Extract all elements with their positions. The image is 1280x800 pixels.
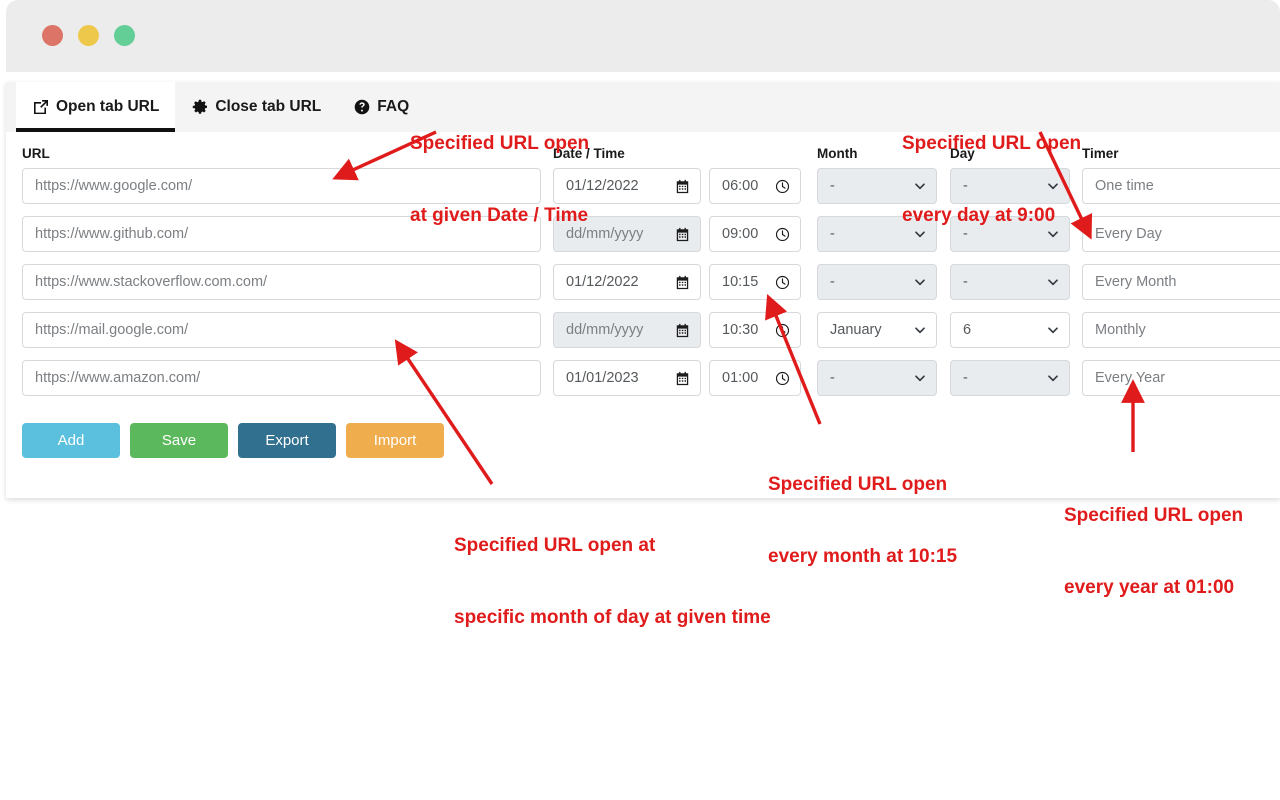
day-select[interactable]: -	[950, 264, 1070, 300]
annotation-every-day: Specified URL open every day at 9:00	[902, 84, 1081, 252]
chevron-down-icon	[914, 324, 926, 336]
schedule-row: 01/12/202206:00--	[6, 168, 1280, 216]
clock-icon[interactable]	[775, 371, 790, 386]
date-input[interactable]: 01/12/2022	[553, 264, 701, 300]
annotation-line: every month at 10:15	[768, 546, 958, 567]
clock-icon[interactable]	[775, 275, 790, 290]
question-circle-icon	[353, 99, 370, 116]
schedule-row: dd/mm/yyyy 10:30 January 6	[6, 312, 1280, 360]
month-value: -	[830, 274, 835, 290]
minimize-window-button[interactable]	[78, 25, 99, 46]
time-input[interactable]: 09:00	[709, 216, 801, 252]
month-select[interactable]: -	[817, 360, 937, 396]
date-value: 01/01/2023	[566, 370, 639, 386]
annotation-line: Specified URL open at	[454, 535, 656, 556]
column-headers: URL Date / Time Month Day Timer	[6, 146, 1280, 168]
tab-open-tab-url[interactable]: Open tab URL	[16, 82, 176, 132]
export-button[interactable]: Export	[238, 423, 336, 458]
url-input[interactable]	[22, 312, 541, 348]
annotation-every-month: Specified URL open every month at 10:15	[768, 425, 957, 593]
window-chrome	[6, 0, 1280, 72]
annotation-line: every day at 9:00	[902, 205, 1056, 226]
save-button[interactable]: Save	[130, 423, 228, 458]
clock-icon[interactable]	[775, 323, 790, 338]
maximize-window-button[interactable]	[114, 25, 135, 46]
day-select[interactable]: -	[950, 360, 1070, 396]
extension-panel: Open tab URL Close tab URL FAQ URL Date …	[6, 82, 1280, 498]
chevron-down-icon	[1047, 324, 1059, 336]
timer-input[interactable]	[1082, 312, 1280, 348]
import-button[interactable]: Import	[346, 423, 444, 458]
schedule-row: 01/01/2023 01:00 - -	[6, 360, 1280, 408]
annotation-line: every year at 01:00	[1064, 577, 1235, 598]
gear-icon	[191, 99, 208, 116]
chevron-down-icon	[1047, 372, 1059, 384]
annotation-monthly: Specified URL open at specific month of …	[454, 486, 771, 654]
time-value: 01:00	[722, 370, 759, 386]
tab-label: Close tab URL	[215, 98, 322, 115]
chevron-down-icon	[914, 276, 926, 288]
annotation-line: Specified URL open	[768, 474, 948, 495]
chevron-down-icon	[1047, 276, 1059, 288]
time-value: 10:30	[722, 322, 759, 338]
date-input[interactable]: dd/mm/yyyy	[553, 312, 701, 348]
annotation-datetime: Specified URL open at given Date / Time	[410, 84, 589, 252]
date-value: dd/mm/yyyy	[566, 322, 644, 338]
timer-input[interactable]	[1082, 360, 1280, 396]
time-value: 09:00	[722, 226, 759, 242]
schedule-row: 01/12/2022 10:15 - -	[6, 264, 1280, 312]
month-value: January	[830, 322, 882, 338]
day-value: 6	[963, 322, 972, 338]
annotation-line: specific month of day at given time	[454, 607, 771, 628]
action-button-row: Add Save Export Import	[6, 423, 1280, 458]
annotation-line: at given Date / Time	[410, 205, 589, 226]
day-value: -	[963, 274, 968, 290]
time-value: 10:15	[722, 274, 759, 290]
day-select[interactable]: 6	[950, 312, 1070, 348]
month-value: -	[830, 370, 835, 386]
month-select[interactable]: -	[817, 264, 937, 300]
schedule-form: URL Date / Time Month Day Timer 01/12/20…	[6, 132, 1280, 458]
time-input[interactable]: 01:00	[709, 360, 801, 396]
url-input[interactable]	[22, 360, 541, 396]
clock-icon[interactable]	[775, 179, 790, 194]
external-link-icon	[32, 99, 49, 116]
annotation-line: Specified URL open	[1064, 505, 1244, 526]
close-window-button[interactable]	[42, 25, 63, 46]
tab-bar: Open tab URL Close tab URL FAQ	[6, 82, 1280, 132]
column-header-timer: Timer	[1082, 146, 1119, 161]
annotation-every-year: Specified URL open every year at 01:00	[1064, 456, 1243, 624]
date-value: 01/12/2022	[566, 274, 639, 290]
calendar-icon[interactable]	[675, 227, 690, 242]
tab-label: FAQ	[377, 98, 410, 115]
timer-input[interactable]	[1082, 216, 1280, 252]
chrome-gap	[0, 72, 1280, 82]
annotation-line: Specified URL open	[902, 133, 1082, 154]
date-input[interactable]: 01/01/2023	[553, 360, 701, 396]
column-header-url: URL	[22, 146, 50, 161]
time-input[interactable]: 10:15	[709, 264, 801, 300]
time-value: 06:00	[722, 178, 759, 194]
schedule-rows: 01/12/202206:00--dd/mm/yyyy09:00--01/12/…	[6, 168, 1280, 408]
time-input[interactable]: 10:30	[709, 312, 801, 348]
schedule-row: dd/mm/yyyy09:00--	[6, 216, 1280, 264]
column-header-month: Month	[817, 146, 858, 161]
calendar-icon[interactable]	[675, 371, 690, 386]
timer-input[interactable]	[1082, 168, 1280, 204]
add-button[interactable]: Add	[22, 423, 120, 458]
traffic-light-buttons	[42, 25, 135, 46]
calendar-icon[interactable]	[675, 179, 690, 194]
chevron-down-icon	[914, 372, 926, 384]
day-value: -	[963, 370, 968, 386]
clock-icon[interactable]	[775, 227, 790, 242]
time-input[interactable]: 06:00	[709, 168, 801, 204]
timer-input[interactable]	[1082, 264, 1280, 300]
calendar-icon[interactable]	[675, 275, 690, 290]
month-select[interactable]: January	[817, 312, 937, 348]
calendar-icon[interactable]	[675, 323, 690, 338]
tab-label: Open tab URL	[56, 98, 160, 115]
tab-close-tab-url[interactable]: Close tab URL	[175, 82, 337, 132]
url-input[interactable]	[22, 264, 541, 300]
annotation-line: Specified URL open	[410, 133, 590, 154]
